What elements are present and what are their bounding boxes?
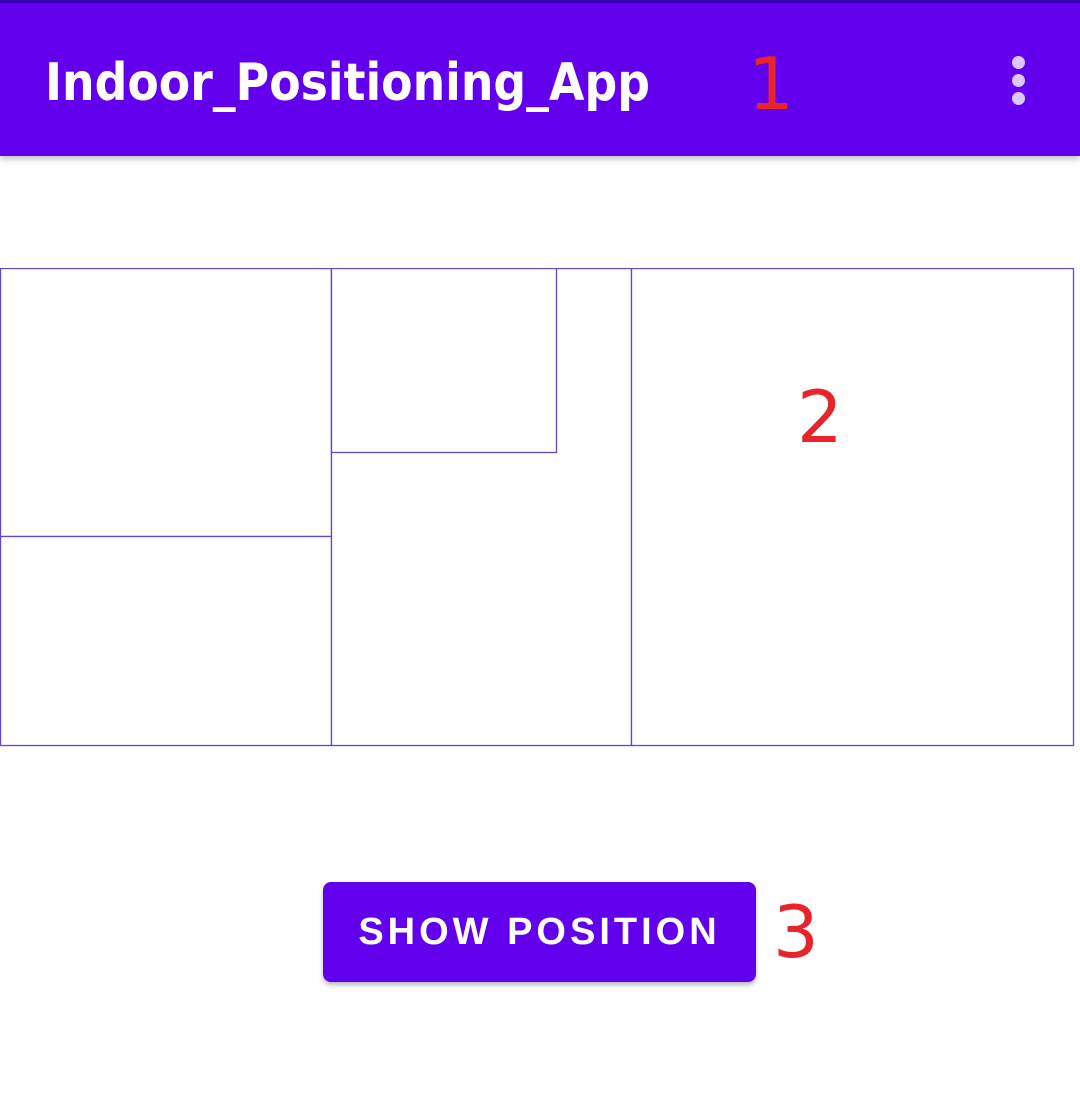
room-e[interactable] bbox=[630, 268, 1075, 747]
annotation-marker-3: 3 bbox=[773, 890, 819, 974]
more-vert-dot bbox=[1012, 56, 1025, 69]
app-bar: Indoor_Positioning_App bbox=[0, 0, 1080, 156]
more-vert-dot bbox=[1012, 74, 1025, 87]
room-a[interactable] bbox=[0, 268, 333, 538]
annotation-marker-1: 1 bbox=[748, 42, 794, 126]
room-b[interactable] bbox=[0, 535, 333, 747]
show-position-button[interactable]: SHOW POSITION bbox=[323, 882, 756, 982]
status-bar-edge bbox=[0, 0, 1080, 3]
room-d[interactable] bbox=[330, 268, 558, 454]
more-vert-icon[interactable] bbox=[995, 50, 1043, 110]
app-title: Indoor_Positioning_App bbox=[45, 53, 650, 113]
more-vert-dot bbox=[1012, 92, 1025, 105]
annotation-marker-2: 2 bbox=[797, 375, 843, 459]
floor-plan-map[interactable] bbox=[0, 268, 1075, 747]
floor-plan-svg bbox=[0, 268, 1075, 747]
